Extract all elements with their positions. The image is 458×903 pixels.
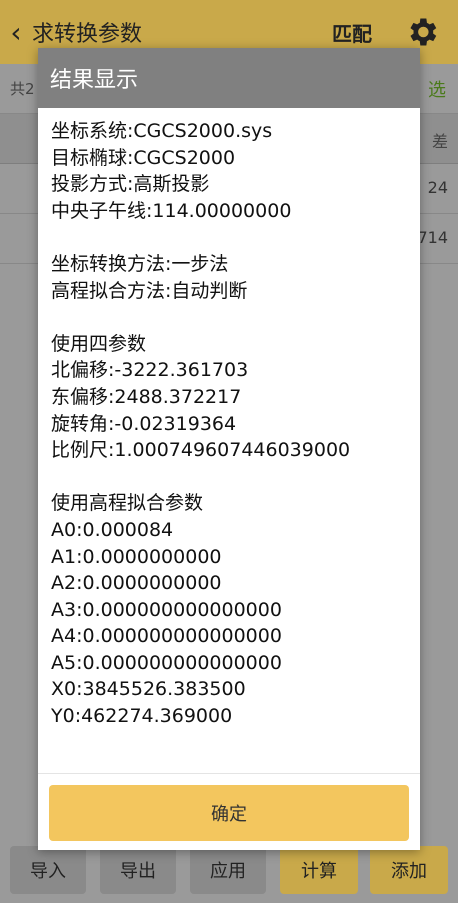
apply-button[interactable]: 应用 bbox=[190, 846, 266, 894]
result-line: A5:0.000000000000000 bbox=[51, 651, 282, 674]
export-button[interactable]: 导出 bbox=[100, 846, 176, 894]
result-text: 坐标系统:CGCS2000.sys 目标椭球:CGCS2000 投影方式:高斯投影中… bbox=[38, 108, 420, 773]
result-line: 投影方式:高斯投影 bbox=[51, 173, 210, 196]
result-line: 坐标系统:CGCS2000.sys bbox=[51, 120, 273, 142]
result-line: 使用高程拟合参数 bbox=[51, 492, 204, 515]
match-button[interactable]: 匹配 bbox=[332, 18, 372, 47]
result-line: X0:3845526.383500 bbox=[51, 678, 246, 701]
result-line: A1:0.0000000000 bbox=[51, 545, 222, 568]
calculate-button[interactable]: 计算 bbox=[280, 846, 358, 894]
point-count: 共2 bbox=[10, 80, 35, 98]
confirm-button[interactable]: 确定 bbox=[49, 785, 409, 841]
dialog-title: 结果显示 bbox=[38, 48, 420, 108]
result-line: A0:0.000084 bbox=[51, 518, 174, 541]
result-line: 使用四参数 bbox=[51, 332, 147, 355]
result-line: 北偏移:-3222.361703 bbox=[51, 359, 249, 382]
result-line: A3:0.000000000000000 bbox=[51, 598, 282, 621]
result-line: A2:0.0000000000 bbox=[51, 572, 222, 595]
result-line: 坐标转换方法:一步法 bbox=[51, 252, 229, 275]
result-line: 高程拟合方法:自动判断 bbox=[51, 279, 248, 302]
row-value: 714 bbox=[417, 228, 448, 247]
result-line: 东偏移:2488.372217 bbox=[51, 385, 242, 408]
row-value: 24 bbox=[427, 178, 448, 197]
back-button[interactable]: ‹ bbox=[0, 0, 32, 64]
result-line: 旋转角:-0.02319364 bbox=[51, 412, 237, 435]
page-title: 求转换参数 bbox=[32, 22, 143, 47]
import-button[interactable]: 导入 bbox=[10, 846, 86, 894]
result-line: 比例尺:1.000749607446039000 bbox=[51, 439, 351, 462]
result-line: Y0:462274.369000 bbox=[51, 705, 233, 728]
add-button[interactable]: 添加 bbox=[370, 846, 448, 894]
dialog-footer: 确定 bbox=[38, 773, 420, 850]
result-line: A4:0.000000000000000 bbox=[51, 625, 282, 648]
gear-icon[interactable] bbox=[404, 14, 440, 50]
select-all-link[interactable]: 选 bbox=[428, 76, 446, 102]
result-line: 目标椭球:CGCS2000 bbox=[51, 146, 236, 169]
column-header: 差 bbox=[431, 132, 448, 151]
result-dialog: 结果显示 坐标系统:CGCS2000.sys 目标椭球:CGCS2000 投影方式:… bbox=[38, 48, 420, 850]
result-line: 中央子午线:114.00000000 bbox=[51, 199, 292, 222]
